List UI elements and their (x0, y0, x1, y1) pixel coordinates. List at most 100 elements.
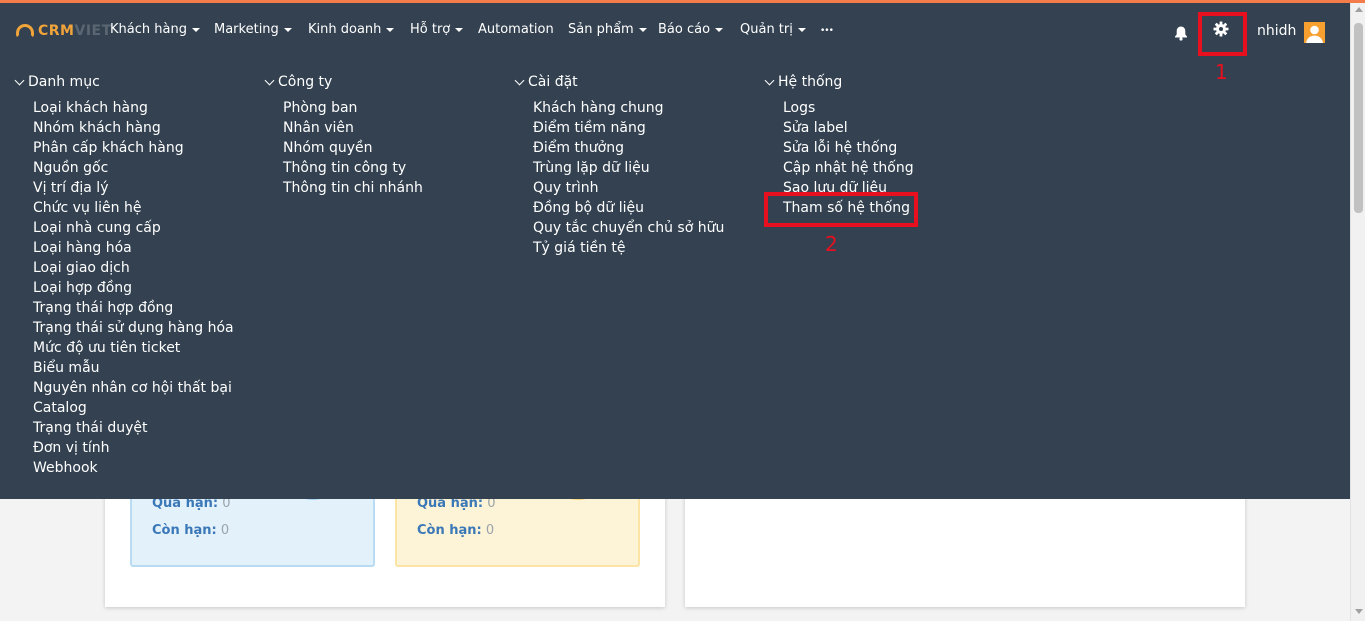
chevron-down-icon (764, 75, 775, 85)
nav-bao-cao[interactable]: Báo cáo (658, 22, 724, 37)
chevron-down-icon (14, 75, 25, 85)
menu-item[interactable]: Sửa label (783, 118, 914, 138)
caret-down-icon (283, 27, 292, 32)
nav-label: Kinh doanh (308, 22, 382, 37)
annotation-marker-1: 1 (1215, 60, 1228, 84)
menu-item[interactable]: Vị trí địa lý (33, 178, 234, 198)
nav-more[interactable]: ••• (820, 26, 834, 36)
nav-khach-hang[interactable]: Khách hàng (110, 22, 200, 37)
caret-down-icon (797, 27, 806, 32)
remaining-value: 0 (485, 523, 495, 538)
remaining-label: Còn hạn: (152, 523, 217, 538)
nav-label: Hỗ trợ (410, 22, 451, 37)
list-danh-muc: Loại khách hàng Nhóm khách hàng Phân cấp… (33, 98, 234, 478)
page-scrollbar[interactable] (1350, 3, 1365, 621)
menu-item[interactable]: Chức vụ liên hệ (33, 198, 234, 218)
caret-down-icon (386, 27, 395, 32)
top-navbar: CRMVIET Khách hàng Marketing Kinh doanh … (0, 3, 1350, 59)
menu-item[interactable]: Phân cấp khách hàng (33, 138, 234, 158)
scroll-up-arrow-icon[interactable] (1355, 7, 1363, 12)
menu-item[interactable]: Loại giao dịch (33, 258, 234, 278)
menu-item[interactable]: Nhân viên (283, 118, 423, 138)
nav-label: Sản phẩm (568, 22, 634, 37)
gear-highlight-box (1198, 12, 1247, 56)
heading-cong-ty[interactable]: Công ty (264, 74, 333, 90)
menu-item[interactable]: Điểm thưởng (533, 138, 724, 158)
nav-label: Automation (478, 22, 554, 37)
menu-item[interactable]: Thông tin chi nhánh (283, 178, 423, 198)
menu-item[interactable]: Thông tin công ty (283, 158, 423, 178)
caret-down-icon (191, 27, 200, 32)
caret-down-icon (638, 27, 647, 32)
caret-down-icon (455, 27, 464, 32)
menu-item[interactable]: Logs (783, 98, 914, 118)
remaining-value: 0 (220, 523, 230, 538)
menu-item[interactable]: Trùng lặp dữ liệu (533, 158, 724, 178)
menu-item[interactable]: Đơn vị tính (33, 438, 234, 458)
menu-item[interactable]: Nguồn gốc (33, 158, 234, 178)
logo-text-dim: VIET (74, 23, 112, 39)
menu-item[interactable]: Khách hàng chung (533, 98, 724, 118)
brand-logo[interactable]: CRMVIET (16, 22, 112, 40)
menu-item[interactable]: Loại khách hàng (33, 98, 234, 118)
menu-item[interactable]: Quy trình (533, 178, 724, 198)
menu-item[interactable]: Loại hợp đồng (33, 278, 234, 298)
menu-item[interactable]: Mức độ ưu tiên ticket (33, 338, 234, 358)
nav-label: Marketing (214, 22, 279, 37)
annotation-marker-2: 2 (825, 232, 838, 256)
logo-text: CRMVIET (38, 23, 112, 39)
menu-item[interactable]: Loại nhà cung cấp (33, 218, 234, 238)
nav-quan-tri[interactable]: Quản trị (740, 22, 806, 37)
nav-ho-tro[interactable]: Hỗ trợ (410, 22, 464, 37)
bell-icon[interactable] (1173, 25, 1189, 41)
chevron-down-icon (514, 75, 525, 85)
menu-item[interactable]: Quy tắc chuyển chủ sở hữu (533, 218, 724, 238)
user-name[interactable]: nhidh (1257, 23, 1296, 39)
remaining-stat: Còn hạn: 0 (417, 523, 494, 538)
menu-item[interactable]: Loại hàng hóa (33, 238, 234, 258)
remaining-label: Còn hạn: (417, 523, 482, 538)
remaining-stat: Còn hạn: 0 (152, 523, 229, 538)
scroll-thumb[interactable] (1354, 23, 1363, 213)
nav-label: Báo cáo (658, 22, 711, 37)
heading-he-thong[interactable]: Hệ thống (764, 74, 843, 90)
nav-marketing[interactable]: Marketing (214, 22, 292, 37)
menu-item[interactable]: Nhóm quyền (283, 138, 423, 158)
nav-label: Quản trị (740, 22, 793, 37)
menu-item[interactable]: Phòng ban (283, 98, 423, 118)
logo-icon (16, 24, 34, 38)
scroll-down-arrow-icon[interactable] (1355, 609, 1363, 614)
chevron-down-icon (264, 75, 275, 85)
menu-item[interactable]: Nhóm khách hàng (33, 118, 234, 138)
menu-item[interactable]: Trạng thái hợp đồng (33, 298, 234, 318)
more-dots-icon: ••• (820, 26, 834, 36)
menu-item[interactable]: Nguyên nhân cơ hội thất bại (33, 378, 234, 398)
tham-so-highlight-box (764, 192, 918, 227)
menu-item[interactable]: Đồng bộ dữ liệu (533, 198, 724, 218)
logo-text-main: CRM (38, 23, 75, 39)
heading-label: Danh mục (28, 74, 100, 90)
list-cai-dat: Khách hàng chung Điểm tiềm năng Điểm thư… (533, 98, 724, 258)
menu-item[interactable]: Trạng thái sử dụng hàng hóa (33, 318, 234, 338)
caret-down-icon (715, 27, 724, 32)
nav-san-pham[interactable]: Sản phẩm (568, 22, 647, 37)
menu-item[interactable]: Catalog (33, 398, 234, 418)
avatar[interactable] (1304, 22, 1325, 43)
menu-item[interactable]: Điểm tiềm năng (533, 118, 724, 138)
nav-label: Khách hàng (110, 22, 187, 37)
heading-cai-dat[interactable]: Cài đặt (514, 74, 578, 90)
menu-item[interactable]: Tỷ giá tiền tệ (533, 238, 724, 258)
menu-item[interactable]: Trạng thái duyệt (33, 418, 234, 438)
settings-mega-menu: Danh mục Loại khách hàng Nhóm khách hàng… (0, 59, 1350, 499)
menu-item[interactable]: Webhook (33, 458, 234, 478)
nav-kinh-doanh[interactable]: Kinh doanh (308, 22, 395, 37)
heading-label: Cài đặt (528, 74, 578, 90)
menu-item[interactable]: Cập nhật hệ thống (783, 158, 914, 178)
nav-automation[interactable]: Automation (478, 22, 554, 37)
menu-item[interactable]: Sửa lỗi hệ thống (783, 138, 914, 158)
list-cong-ty: Phòng ban Nhân viên Nhóm quyền Thông tin… (283, 98, 423, 198)
menu-item[interactable]: Biểu mẫu (33, 358, 234, 378)
heading-label: Công ty (278, 74, 333, 90)
heading-label: Hệ thống (778, 74, 843, 90)
heading-danh-muc[interactable]: Danh mục (14, 74, 100, 90)
